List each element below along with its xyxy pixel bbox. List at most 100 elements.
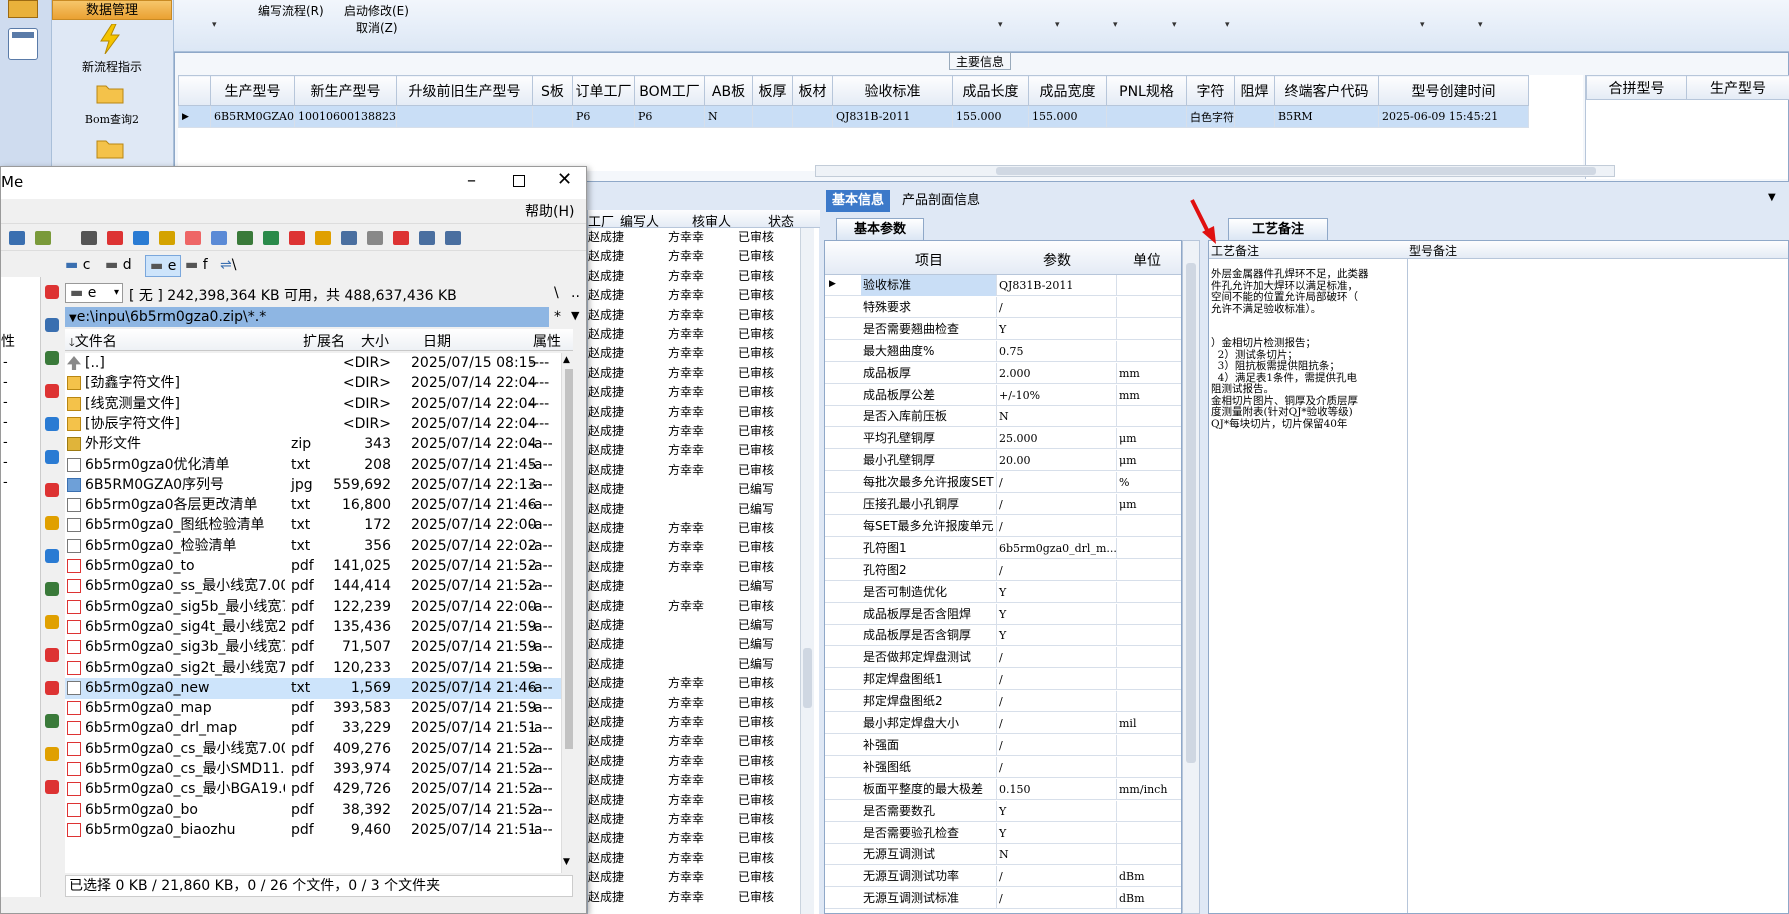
calculator-icon[interactable] <box>8 28 38 60</box>
column-header-5[interactable]: BOM工厂 <box>633 75 705 106</box>
nav-item-bom-query2[interactable]: Bom查询2 <box>52 111 172 127</box>
param-row[interactable]: 成品板厚是否含阻焊 Y <box>825 603 1181 625</box>
file-row[interactable]: 6b5rm0gza0_map pdf 393,583 2025/07/14 21:59… <box>65 698 561 719</box>
param-value-cell[interactable]: / <box>997 756 1117 778</box>
param-row[interactable]: 是否入库前压板 N <box>825 406 1181 428</box>
side-action-icon[interactable] <box>45 384 59 398</box>
main-info-cell[interactable]: 10010600138823 <box>294 105 397 128</box>
toolbar-icon[interactable] <box>133 231 149 245</box>
file-row[interactable]: 6b5rm0gza0_new txt 1,569 2025/07/14 21:46 -a… <box>65 677 561 699</box>
param-value-cell[interactable]: / <box>997 713 1117 734</box>
main-info-cell[interactable] <box>751 105 793 128</box>
main-info-cell[interactable]: 155.000 <box>951 105 1029 128</box>
side-action-icon[interactable] <box>45 417 59 431</box>
main-info-cell[interactable] <box>1233 105 1275 128</box>
toolbar-icon[interactable] <box>315 231 331 245</box>
toolbar-icon[interactable] <box>211 231 227 245</box>
side-action-icon[interactable] <box>45 714 59 728</box>
dropdown-caret-icon[interactable]: ▼ <box>571 309 579 322</box>
minimize-icon[interactable]: – <box>467 170 476 191</box>
grid-icon[interactable] <box>8 0 38 18</box>
param-row[interactable]: 是否需要验孔检查 Y <box>825 822 1181 844</box>
param-value-cell[interactable]: / <box>997 296 1117 318</box>
param-row[interactable]: 成品板厚是否含铜厚 Y <box>825 625 1181 647</box>
toolbar-icon[interactable] <box>237 231 253 245</box>
root-button[interactable]: \ <box>554 285 559 301</box>
list-item[interactable]: 赵成捷 方幸幸 已审核 <box>588 441 800 460</box>
list-item[interactable]: 赵成捷 方幸幸 已审核 <box>588 344 800 363</box>
column-header-2[interactable]: 升级前旧生产型号 <box>395 75 533 106</box>
toolbar-icon[interactable] <box>159 231 175 245</box>
param-row[interactable]: 无源互调测试标准 / dBm <box>825 888 1181 910</box>
param-value-cell[interactable]: +/-10% <box>997 384 1117 406</box>
side-action-icon[interactable] <box>45 516 59 530</box>
param-row[interactable]: 是否做邦定焊盘测试 / <box>825 647 1181 669</box>
parent-button[interactable]: .. <box>571 285 580 301</box>
param-value-cell[interactable]: Y <box>997 603 1117 625</box>
list-item[interactable]: 赵成捷 已编写 <box>588 616 800 635</box>
toolbar-icon[interactable] <box>393 231 409 245</box>
dropdown-caret-icon[interactable]: ▾ <box>998 20 1003 30</box>
list-item[interactable]: 赵成捷 方幸幸 已审核 <box>588 810 800 829</box>
scrollbar-thumb[interactable] <box>803 648 812 708</box>
dropdown-caret-icon[interactable]: ▾ <box>1055 20 1060 30</box>
param-row[interactable]: 无源互调测试功率 / dBm <box>825 866 1181 888</box>
column-header-15[interactable]: 终端客户代码 <box>1273 75 1379 106</box>
param-row[interactable]: 无源互调测试 N <box>825 844 1181 866</box>
param-row[interactable]: 特殊要求 / <box>825 296 1181 318</box>
param-row[interactable]: 邦定焊盘图纸1/ <box>825 669 1181 691</box>
param-value-cell[interactable]: / <box>997 559 1117 581</box>
scrollbar-thumb[interactable] <box>565 369 573 749</box>
list-item[interactable]: 赵成捷 方幸幸 已审核 <box>588 694 800 713</box>
side-action-icon[interactable] <box>45 450 59 464</box>
tab-process-remarks[interactable]: 工艺备注 <box>1228 218 1328 240</box>
param-value-cell[interactable]: Y <box>997 581 1117 603</box>
main-info-cell[interactable]: 白色字符 <box>1185 105 1235 128</box>
dropdown-caret-icon[interactable]: ▾ <box>1172 20 1177 30</box>
toolbar-icon[interactable] <box>445 231 461 245</box>
list-item[interactable]: 赵成捷 方幸幸 已审核 <box>588 306 800 325</box>
list-item[interactable]: 赵成捷 方幸幸 已审核 <box>588 286 800 305</box>
drive-d-button[interactable]: ▬ d <box>105 257 132 273</box>
main-info-cell[interactable]: QJ831B-2011 <box>831 105 953 128</box>
side-action-icon[interactable] <box>45 780 59 794</box>
vertical-scrollbar[interactable] <box>800 228 814 914</box>
param-value-cell[interactable]: QJ831B-2011 <box>997 275 1117 296</box>
main-info-cell[interactable]: 2025-06-09 15:45:21 <box>1377 105 1529 128</box>
side-action-icon[interactable] <box>45 351 59 365</box>
column-header-size[interactable]: 大小 <box>361 331 389 351</box>
menu-help[interactable]: 帮助(H) <box>525 201 574 221</box>
list-item[interactable]: 赵成捷 方幸幸 已审核 <box>588 713 800 732</box>
list-item[interactable]: 赵成捷 已编写 <box>588 655 800 674</box>
list-item[interactable]: 赵成捷 方幸幸 已审核 <box>588 267 800 286</box>
param-row[interactable]: 板面平整度的最大极差 0.150 mm/inch <box>825 778 1181 800</box>
cancel-button[interactable]: 取消(Z) <box>356 19 398 36</box>
toolbar-icon[interactable] <box>81 231 97 245</box>
file-row[interactable]: 6b5rm0gza0_sig3b_最小线宽7 pdf 71,507 2025/07/1… <box>65 637 561 658</box>
main-info-cell[interactable]: B5RM <box>1273 105 1379 128</box>
column-header-attr[interactable]: 属性 <box>533 331 561 351</box>
file-list-scrollbar[interactable]: ▲ ▼ <box>561 353 575 873</box>
file-row[interactable]: 6b5rm0gza0_检验清单 txt 356 2025/07/14 22:02 -a-… <box>65 536 561 557</box>
list-item[interactable]: 赵成捷 方幸幸 已审核 <box>588 247 800 266</box>
column-header-3[interactable]: S板 <box>531 75 573 106</box>
param-row[interactable]: 邦定焊盘图纸2/ <box>825 691 1181 713</box>
list-item[interactable]: 赵成捷 方幸幸 已审核 <box>588 422 800 441</box>
column-header-14[interactable]: 阻焊 <box>1233 75 1275 106</box>
toolbar-icon[interactable] <box>35 231 51 245</box>
param-value-cell[interactable]: / <box>997 691 1117 713</box>
close-icon[interactable]: ✕ <box>557 169 572 190</box>
toolbar-icon[interactable] <box>367 231 383 245</box>
toolbar-icon[interactable] <box>107 231 123 245</box>
list-item[interactable]: 赵成捷 方幸幸 已审核 <box>588 752 800 771</box>
main-info-cell[interactable]: 155.000 <box>1027 105 1107 128</box>
column-header-7[interactable]: 板厚 <box>751 75 793 106</box>
param-row[interactable]: 补强图纸 / <box>825 756 1181 778</box>
param-row[interactable]: ▶ 验收标准 QJ831B-2011 <box>825 275 1181 296</box>
folder-icon[interactable] <box>96 82 124 104</box>
column-header-date[interactable]: 日期 <box>423 331 451 351</box>
tab-basic-params[interactable]: 基本参数 <box>836 218 924 240</box>
file-row[interactable]: 6b5rm0gza0优化清单 txt 208 2025/07/14 21:45 -a-- <box>65 455 561 476</box>
param-value-cell[interactable]: / <box>997 494 1117 515</box>
list-item[interactable]: 赵成捷 方幸幸 已审核 <box>588 829 800 848</box>
